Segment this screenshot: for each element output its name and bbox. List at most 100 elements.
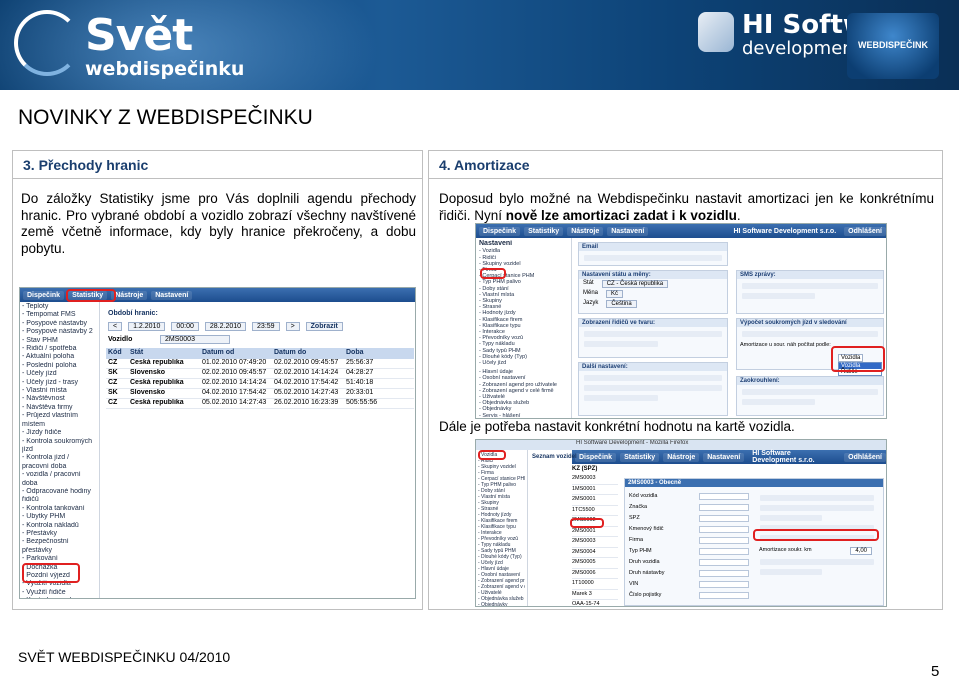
vehicle-row[interactable]: Marek 3 xyxy=(572,590,618,600)
vehicle-row[interactable]: 2MS0001 xyxy=(572,527,618,537)
prev-period-button[interactable]: < xyxy=(108,322,123,331)
next-period-button[interactable]: > xyxy=(285,322,300,331)
tab-dispecink[interactable]: Dispečink xyxy=(575,452,617,462)
logout-button[interactable]: Odhlášení xyxy=(844,452,886,462)
field-input[interactable] xyxy=(699,537,749,544)
column-header[interactable]: Datum do xyxy=(272,348,344,357)
column-header[interactable]: Doba xyxy=(344,348,400,357)
sidebar-item[interactable]: - Jízdy řidiče xyxy=(22,429,97,437)
sidebar-item[interactable]: - Servis - hlášení xyxy=(479,413,568,418)
column-header[interactable]: Stát xyxy=(128,348,200,357)
vehicle-row[interactable]: 2MS0001 xyxy=(572,495,618,506)
logout-button[interactable]: Odhlášení xyxy=(844,226,886,236)
field-input[interactable] xyxy=(699,493,749,500)
sidebar-item[interactable]: - Stav PHM xyxy=(22,337,97,345)
vehicle-row[interactable]: 1TC5500 xyxy=(572,506,618,516)
field-input[interactable] xyxy=(699,581,749,588)
vehicle-row[interactable]: 2MS0006 xyxy=(572,569,618,579)
sidebar-item[interactable]: - Posypové nástavby 2 xyxy=(22,328,97,336)
sidebar-item[interactable]: - Kontrola tankování xyxy=(22,505,97,513)
country-select[interactable]: CZ - Česká republika xyxy=(601,280,669,288)
field-input[interactable] xyxy=(699,504,749,511)
sidebar-item[interactable]: - Tempomat FMS xyxy=(22,311,97,319)
tab-dispecink[interactable]: Dispečink xyxy=(479,226,521,236)
column-header[interactable]: Kód xyxy=(106,348,128,357)
sidebar-item[interactable]: - Průjezd vlastním xyxy=(22,412,97,420)
vehicle-row[interactable]: 2MS0005 xyxy=(572,558,618,569)
sidebar-item[interactable]: - Vlastní místa xyxy=(22,387,97,395)
sidebar-item[interactable]: - Aktuální poloha xyxy=(22,353,97,361)
show-button[interactable]: Zobrazit xyxy=(305,322,343,331)
sidebar-item[interactable]: - Kontrola soukromých xyxy=(22,438,97,446)
sidebar-item[interactable]: řidičů xyxy=(22,496,97,504)
sidebar-item[interactable]: - Zobrazení agend pro užívatele xyxy=(479,382,568,388)
vehicle-row[interactable]: 1T10000 xyxy=(572,579,618,590)
sidebar-item[interactable]: - Posypové nástavby xyxy=(22,320,97,328)
sidebar-item[interactable]: - Návštěvnost xyxy=(22,395,97,403)
field-line xyxy=(584,385,722,391)
tab-nastaveni[interactable]: Nastavení xyxy=(151,290,193,300)
field-line xyxy=(584,341,658,347)
tab-nastaveni[interactable]: Nastavení xyxy=(607,226,649,236)
sidebar-item[interactable]: - Řidiči / spotřeba xyxy=(22,345,97,353)
field-input[interactable] xyxy=(699,548,749,555)
sidebar-item[interactable]: místem xyxy=(22,421,97,429)
tab-statistiky[interactable]: Statistiky xyxy=(620,452,660,462)
sidebar-item[interactable]: - Bezpečnostní xyxy=(22,538,97,546)
sidebar-item[interactable]: - Účely jízd xyxy=(22,370,97,378)
date-to-input[interactable]: 28.2.2010 xyxy=(204,322,247,331)
field-input[interactable] xyxy=(699,570,749,577)
tab-dispecink[interactable]: Dispečink xyxy=(23,290,65,300)
sidebar-item[interactable]: doba xyxy=(22,480,97,488)
time-to-input[interactable]: 23:59 xyxy=(252,322,280,331)
field-input[interactable] xyxy=(699,515,749,522)
currency-select[interactable]: Kč xyxy=(606,290,624,298)
vehicle-select[interactable]: 2MS0003 xyxy=(160,335,230,344)
sidebar-item[interactable]: pracovní doba xyxy=(22,463,97,471)
highlight-firma xyxy=(480,268,506,279)
highlight-statistiky xyxy=(66,289,116,302)
sidebar-item[interactable]: - Poslední poloha xyxy=(22,362,97,370)
vehicle-row[interactable]: 2MS0004 xyxy=(572,548,618,558)
sidebar-item[interactable]: - Úbytky PHM xyxy=(22,513,97,521)
vehicle-row[interactable]: OAA-15-74 xyxy=(572,600,618,606)
sidebar-item[interactable]: - Kontrola rozvrhu xyxy=(22,597,97,598)
field-input[interactable] xyxy=(699,592,749,599)
tab-nastroje[interactable]: Nástroje xyxy=(663,452,700,462)
language-select[interactable]: Čeština xyxy=(606,300,637,308)
sidebar-item[interactable]: - Využití řidiče xyxy=(22,589,97,597)
amortization-field-input[interactable]: 4,00 xyxy=(850,547,872,555)
sidebar-item[interactable]: - Kontrola nákladů xyxy=(22,522,97,530)
vehicle-row[interactable]: 2MS0003 xyxy=(572,537,618,548)
field-input[interactable] xyxy=(699,526,749,533)
vehicle-row[interactable]: 1MS0001 xyxy=(572,485,618,495)
time-from-input[interactable]: 00:00 xyxy=(171,322,199,331)
vehicle-row[interactable]: 2MS0003 xyxy=(572,474,618,485)
vehicle-card-tab[interactable]: 2MS0003 - Obecně xyxy=(625,479,883,487)
field-label: SPZ xyxy=(629,515,640,521)
field-line xyxy=(584,255,722,261)
tab-nastaveni[interactable]: Nastavení xyxy=(703,452,745,462)
panel-other-settings: Další nastavení: xyxy=(578,362,728,416)
tab-nastroje[interactable]: Nástroje xyxy=(111,290,148,300)
sidebar-item[interactable]: - Návštěva firmy xyxy=(22,404,97,412)
sidebar-item[interactable]: - vozidla / pracovní xyxy=(22,471,97,479)
sidebar-item[interactable]: - Účely jízd xyxy=(479,360,568,366)
sidebar-item[interactable]: jízd xyxy=(22,446,97,454)
sidebar-item[interactable]: - Účely jízd - trasy xyxy=(22,379,97,387)
sidebar-item[interactable]: - Objednávky xyxy=(478,602,525,606)
table-cell: 04:28:27 xyxy=(346,369,374,376)
panel-title: Zobrazení řidičů ve tvaru: xyxy=(579,319,727,327)
sidebar-item[interactable]: - Přestávky xyxy=(22,530,97,538)
sidebar-item[interactable]: přestávky xyxy=(22,547,97,555)
field-label: VIN xyxy=(629,581,639,587)
sidebar-item[interactable]: - Teploty xyxy=(22,303,97,311)
column-header[interactable]: Datum od xyxy=(200,348,272,357)
date-from-input[interactable]: 1.2.2010 xyxy=(128,322,166,331)
tab-statistiky[interactable]: Statistiky xyxy=(524,226,564,236)
tab-nastroje[interactable]: Nástroje xyxy=(567,226,604,236)
sidebar-item[interactable]: - Kontrola jízd / xyxy=(22,454,97,462)
sidebar-item[interactable]: - Odpracované hodiny xyxy=(22,488,97,496)
field-input[interactable] xyxy=(699,559,749,566)
table-row: SK Slovensko 02.02.2010 09:45:57 02.02.2010… xyxy=(106,369,414,379)
